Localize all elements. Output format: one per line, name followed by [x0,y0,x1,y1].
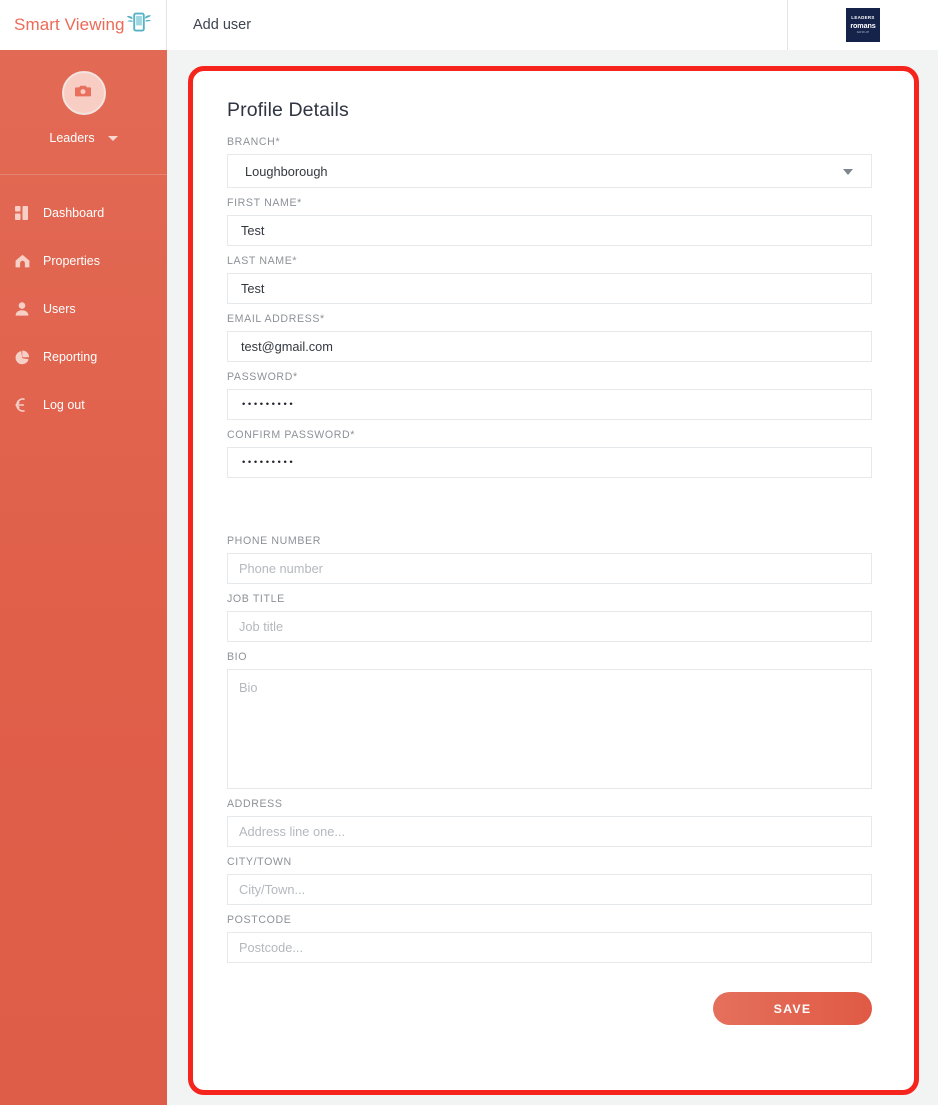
bio-textarea[interactable]: Bio [227,669,872,789]
save-button[interactable]: SAVE [713,992,872,1025]
pie-chart-icon [9,350,35,365]
field-city: CITY/TOWN City/Town... [227,856,881,905]
branch-value: Loughborough [245,163,328,179]
confirm-password-value: ••••••••• [242,457,296,468]
field-branch: BRANCH* Loughborough [227,136,881,188]
last-name-value: Test [241,281,265,296]
camera-icon [75,83,92,103]
phone-input[interactable]: Phone number [227,553,872,584]
email-field[interactable]: test@gmail.com [227,331,872,362]
field-job-title: JOB TITLE Job title [227,593,881,642]
field-last-name: LAST NAME* Test [227,255,881,304]
dashboard-icon [9,206,35,220]
field-bio: BIO Bio [227,651,881,789]
app-root: Smart Viewing Add user LEADERS romans GR… [0,0,938,1105]
sidebar-item-reporting[interactable]: Reporting [0,333,167,381]
card-title: Profile Details [227,99,349,121]
postcode-placeholder: Postcode... [239,940,304,955]
phone-placeholder: Phone number [239,561,323,576]
chevron-down-icon [843,169,853,175]
city-input[interactable]: City/Town... [227,874,872,905]
sidebar-profile[interactable]: Leaders [0,50,167,174]
sidebar-label-users: Users [43,302,76,316]
label-first-name: FIRST NAME* [227,197,302,209]
sidebar-divider [0,174,167,175]
field-address: ADDRESS Address line one... [227,798,881,847]
home-icon [9,254,35,268]
leaders-romans-group-logo: LEADERS romans GROUP [846,8,880,42]
logout-icon [9,398,35,412]
password-field[interactable]: ••••••••• [227,389,872,420]
branch-select[interactable]: Loughborough [227,154,872,188]
field-email: EMAIL ADDRESS* test@gmail.com [227,313,881,362]
sidebar: Leaders Dashboard Properties Users Repor… [0,50,167,1105]
postcode-input[interactable]: Postcode... [227,932,872,963]
logo-line-3: GROUP [856,29,870,34]
sidebar-label-dashboard: Dashboard [43,206,105,220]
brand-name: Smart Viewing [14,15,125,34]
sidebar-item-properties[interactable]: Properties [0,237,167,285]
confirm-password-field[interactable]: ••••••••• [227,447,872,478]
save-row: SAVE [227,992,872,1025]
label-job-title: JOB TITLE [227,593,285,605]
user-icon [9,302,35,316]
sidebar-label-properties: Properties [43,254,100,268]
first-name-value: Test [241,223,265,238]
account-name: Leaders [49,131,95,145]
page-title-zone: Add user [167,0,788,50]
logo-line-1: LEADERS [851,15,875,21]
sidebar-label-reporting: Reporting [43,350,98,364]
label-last-name: LAST NAME* [227,255,298,267]
label-branch: BRANCH* [227,136,281,148]
profile-details-card: Profile Details BRANCH* Loughborough FIR… [188,66,919,1095]
logo-line-2: romans [850,20,876,30]
sidebar-label-logout: Log out [43,398,85,412]
field-first-name: FIRST NAME* Test [227,197,881,246]
label-confirm-password: CONFIRM PASSWORD* [227,429,356,441]
label-phone: PHONE NUMBER [227,535,321,547]
main-content: Profile Details BRANCH* Loughborough FIR… [167,50,938,1105]
label-bio: BIO [227,651,248,663]
page-title: Add user [193,17,252,33]
label-postcode: POSTCODE [227,914,292,926]
address-placeholder: Address line one... [239,824,345,839]
password-value: ••••••••• [242,399,296,410]
email-value: test@gmail.com [241,339,333,354]
job-title-placeholder: Job title [239,619,284,634]
label-city: CITY/TOWN [227,856,292,868]
sidebar-item-dashboard[interactable]: Dashboard [0,189,167,237]
last-name-input[interactable]: Test [227,273,872,304]
winged-phone-icon [126,11,152,40]
sidebar-item-logout[interactable]: Log out [0,381,167,429]
top-header: Smart Viewing Add user LEADERS romans GR… [0,0,938,50]
field-phone: PHONE NUMBER Phone number [227,535,881,584]
field-confirm-password: CONFIRM PASSWORD* ••••••••• [227,429,881,478]
avatar[interactable] [61,71,106,115]
sidebar-item-users[interactable]: Users [0,285,167,333]
label-address: ADDRESS [227,798,283,810]
job-title-input[interactable]: Job title [227,611,872,642]
label-password: PASSWORD* [227,371,298,383]
chevron-down-icon [107,135,118,141]
address-input[interactable]: Address line one... [227,816,872,847]
bio-placeholder: Bio [239,680,258,695]
account-switcher[interactable]: Leaders [49,131,118,145]
first-name-input[interactable]: Test [227,215,872,246]
city-placeholder: City/Town... [239,882,306,897]
label-email: EMAIL ADDRESS* [227,313,325,325]
brand-logo[interactable]: Smart Viewing [0,0,167,50]
client-logo-zone: LEADERS romans GROUP [788,0,938,50]
field-postcode: POSTCODE Postcode... [227,914,881,963]
field-password: PASSWORD* ••••••••• [227,371,881,420]
